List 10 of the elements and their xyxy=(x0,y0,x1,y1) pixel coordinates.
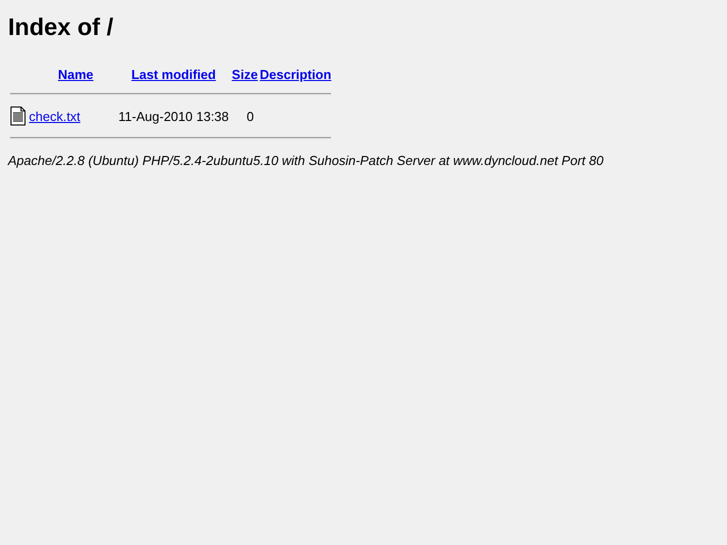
modified-date: 11-Aug-2010 13:38 xyxy=(118,108,229,124)
page-title: Index of / xyxy=(8,16,114,40)
column-sort-link[interactable]: Name xyxy=(58,67,94,82)
column-sort-link[interactable]: Description xyxy=(260,67,332,82)
column-sort-link[interactable]: Size xyxy=(232,67,258,82)
server-signature: Apache/2.2.8 (Ubuntu) PHP/5.2.4-2ubuntu5.10 with Suhosin-Patch Server at www.dyncloud.net Port 80 xyxy=(8,153,604,168)
file-link[interactable]: check.txt xyxy=(29,108,80,124)
text-file-icon xyxy=(10,106,26,126)
column-sort-link[interactable]: Last modified xyxy=(131,67,216,82)
file-size: 0 xyxy=(246,108,254,124)
